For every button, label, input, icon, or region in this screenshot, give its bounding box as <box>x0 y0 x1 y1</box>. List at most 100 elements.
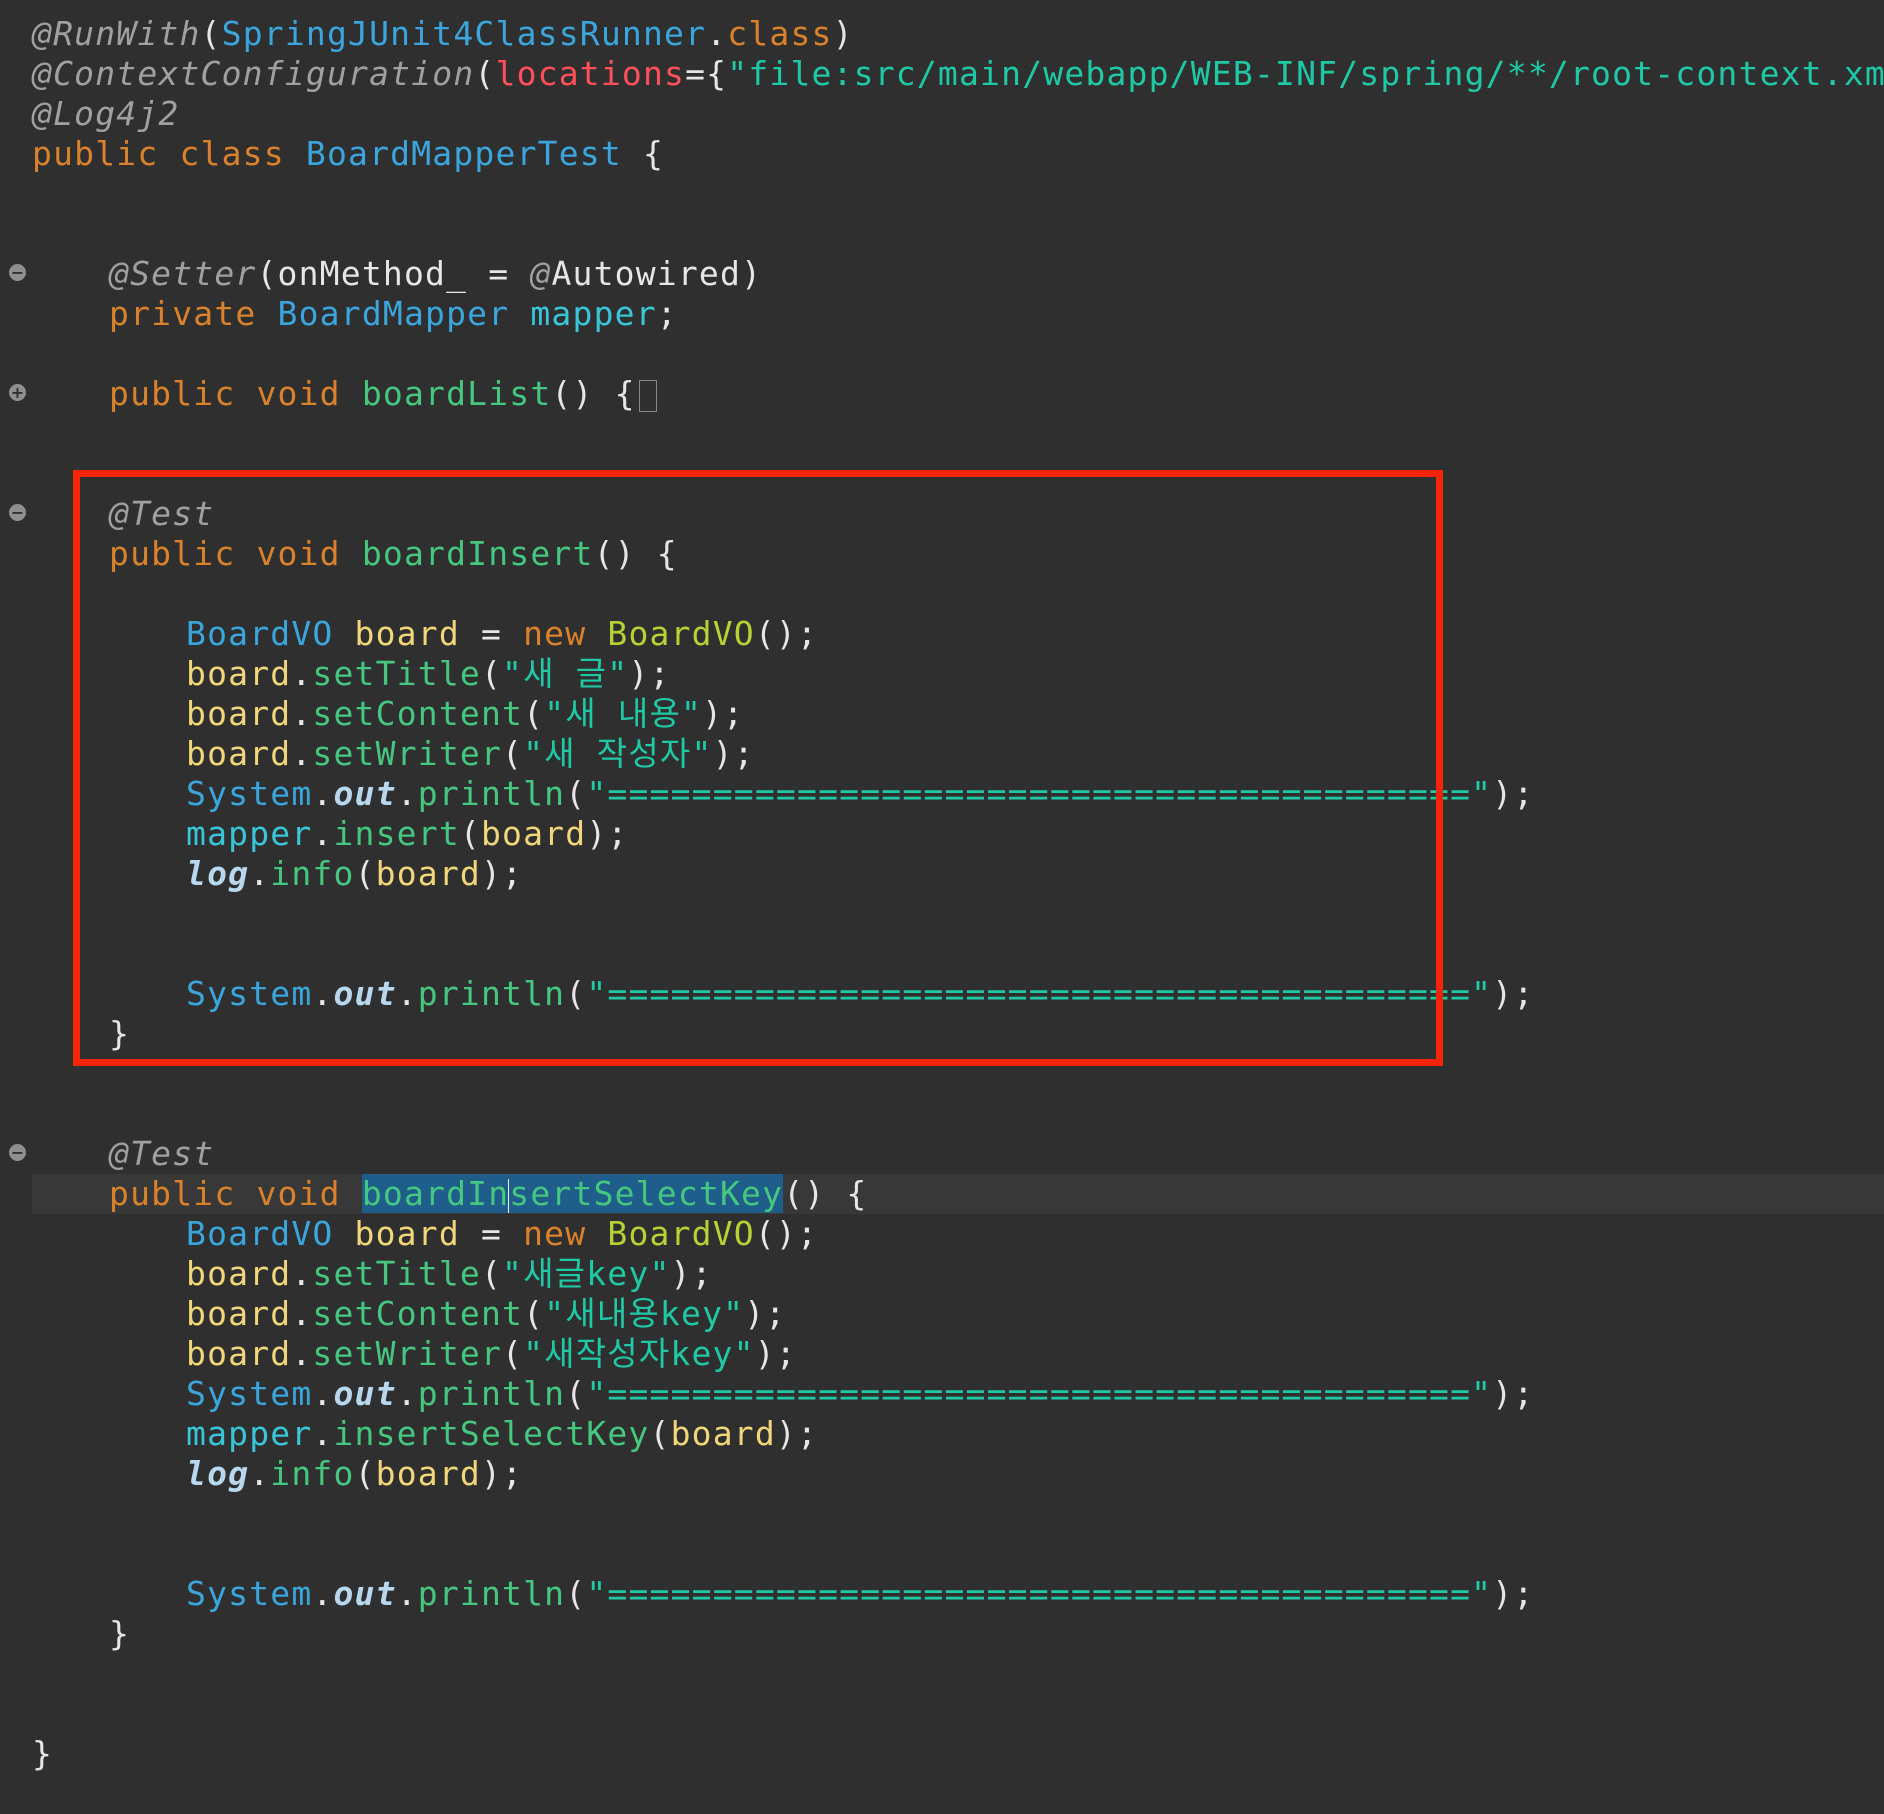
punct: ( <box>565 1574 587 1613</box>
keyword: class <box>727 14 833 53</box>
punct: ( <box>354 1454 376 1493</box>
code-line-context-configuration[interactable]: @ContextConfiguration(locations={"file:s… <box>32 54 1884 94</box>
code-line-set-content[interactable]: board.setContent("새내용key"); <box>186 1294 786 1334</box>
code-line-board-decl[interactable]: BoardVO board = new BoardVO(); <box>186 1214 818 1254</box>
class-ref: System <box>186 1574 313 1613</box>
keyword: public class <box>32 134 306 173</box>
punct: . <box>312 1374 334 1413</box>
class-name: BoardMapperTest <box>305 134 622 173</box>
method-call: setWriter <box>312 1334 503 1373</box>
punct: . <box>291 1294 313 1333</box>
punct: () { <box>783 1174 868 1213</box>
keyword: private <box>109 294 278 333</box>
method-name: boardList <box>361 374 552 413</box>
code-line-println[interactable]: System.out.println("====================… <box>186 1374 1534 1414</box>
punct: ( <box>649 1414 671 1453</box>
code-line-runwith[interactable]: @RunWith(SpringJUnit4ClassRunner.class) <box>32 14 854 54</box>
punct: . <box>249 1454 271 1493</box>
local-var: board <box>186 1294 292 1333</box>
local-var: board <box>186 1254 292 1293</box>
punct: ( <box>502 1334 524 1373</box>
code-line-set-writer[interactable]: board.setWriter("새작성자key"); <box>186 1334 797 1374</box>
string-literal: "새작성자key" <box>523 1334 755 1373</box>
keyword: public void <box>109 1174 362 1213</box>
local-var: board <box>333 1214 460 1253</box>
code-line-boardlist[interactable]: public void boardList() { <box>109 374 657 414</box>
fold-collapse-icon[interactable]: − <box>9 504 26 521</box>
local-var: board <box>375 1454 481 1493</box>
code-line-close-brace[interactable]: } <box>109 1614 130 1654</box>
code-line-field[interactable]: private BoardMapper mapper; <box>109 294 678 334</box>
punct: ( <box>200 14 222 53</box>
static-field: log <box>186 1454 250 1493</box>
keyword: new <box>523 1214 608 1253</box>
string-literal: "새내용key" <box>544 1294 745 1333</box>
method-call: info <box>270 1454 355 1493</box>
code-line-println[interactable]: System.out.println("====================… <box>186 1574 1534 1614</box>
field-name: mapper <box>509 294 657 333</box>
field-ref: mapper <box>186 1414 313 1453</box>
type-name: BoardMapper <box>277 294 510 333</box>
code-editor[interactable]: − + − − @RunWith(SpringJUnit4ClassRunner… <box>0 0 1884 1814</box>
punct: ); <box>754 1334 797 1373</box>
local-var: board <box>186 1334 292 1373</box>
punct: . <box>706 14 728 53</box>
punct: ); <box>744 1294 787 1333</box>
class-ref: System <box>186 1374 313 1413</box>
annotation: @Setter <box>109 254 257 293</box>
code-line-set-title[interactable]: board.setTitle("새글key"); <box>186 1254 713 1294</box>
punct: ; <box>656 294 678 333</box>
annotation-param: locations <box>495 54 686 93</box>
punct: ); <box>1492 1374 1535 1413</box>
punct: () { <box>551 374 636 413</box>
type-name: BoardVO <box>186 1214 334 1253</box>
code-line-log4j2[interactable]: @Log4j2 <box>32 94 179 134</box>
constructor: BoardVO <box>607 1214 755 1253</box>
string-literal: "=======================================… <box>586 1574 1493 1613</box>
fold-collapse-icon[interactable]: − <box>9 264 26 281</box>
punct: ); <box>670 1254 713 1293</box>
code-line-log-info[interactable]: log.info(board); <box>186 1454 523 1494</box>
static-field: out <box>333 1574 397 1613</box>
fold-collapse-icon[interactable]: − <box>9 1144 26 1161</box>
punct: (onMethod_ = <box>256 254 531 293</box>
code-line-class-close[interactable]: } <box>32 1734 53 1774</box>
punct: ( <box>523 1294 545 1333</box>
code-line-class-declaration[interactable]: public class BoardMapperTest { <box>32 134 664 174</box>
punct: ={ <box>685 54 728 93</box>
local-var: board <box>670 1414 776 1453</box>
selected-method-name: sertSelectKey <box>509 1174 784 1213</box>
punct: ); <box>775 1414 819 1453</box>
string-literal: "=======================================… <box>586 1374 1493 1413</box>
highlight-box <box>73 470 1443 1066</box>
punct: (); <box>754 1214 819 1253</box>
code-line-mapper-insert-selectkey[interactable]: mapper.insertSelectKey(board); <box>186 1414 818 1454</box>
keyword: public void <box>109 374 362 413</box>
punct: } <box>109 1614 131 1653</box>
punct: ( <box>474 54 496 93</box>
punct: ) <box>741 254 763 293</box>
code-line-selectkey-signature[interactable]: public void boardInsertSelectKey() { <box>109 1174 867 1214</box>
punct: ( <box>565 1374 587 1413</box>
code-line-setter[interactable]: @Setter(onMethod_ = @Autowired) <box>109 254 762 294</box>
punct: ) <box>832 14 854 53</box>
punct: . <box>312 1414 334 1453</box>
selected-method-name: boardIn <box>361 1174 510 1213</box>
punct: } <box>32 1734 54 1773</box>
static-field: out <box>333 1374 397 1413</box>
method-call: insertSelectKey <box>333 1414 650 1453</box>
method-call: setTitle <box>312 1254 481 1293</box>
punct: ( <box>480 1254 503 1293</box>
punct: . <box>291 1334 313 1373</box>
punct: . <box>396 1374 418 1413</box>
fold-expand-icon[interactable]: + <box>9 384 26 401</box>
punct: . <box>312 1574 334 1613</box>
folded-code-icon[interactable] <box>638 379 657 412</box>
punct: { <box>621 134 665 173</box>
method-call: println <box>417 1574 566 1613</box>
punct: . <box>291 1254 313 1293</box>
class-ref: SpringJUnit4ClassRunner <box>221 14 707 53</box>
annotation: @Log4j2 <box>32 94 180 133</box>
code-line-test-annotation[interactable]: @Test <box>109 1134 214 1174</box>
method-call: setContent <box>312 1294 524 1333</box>
